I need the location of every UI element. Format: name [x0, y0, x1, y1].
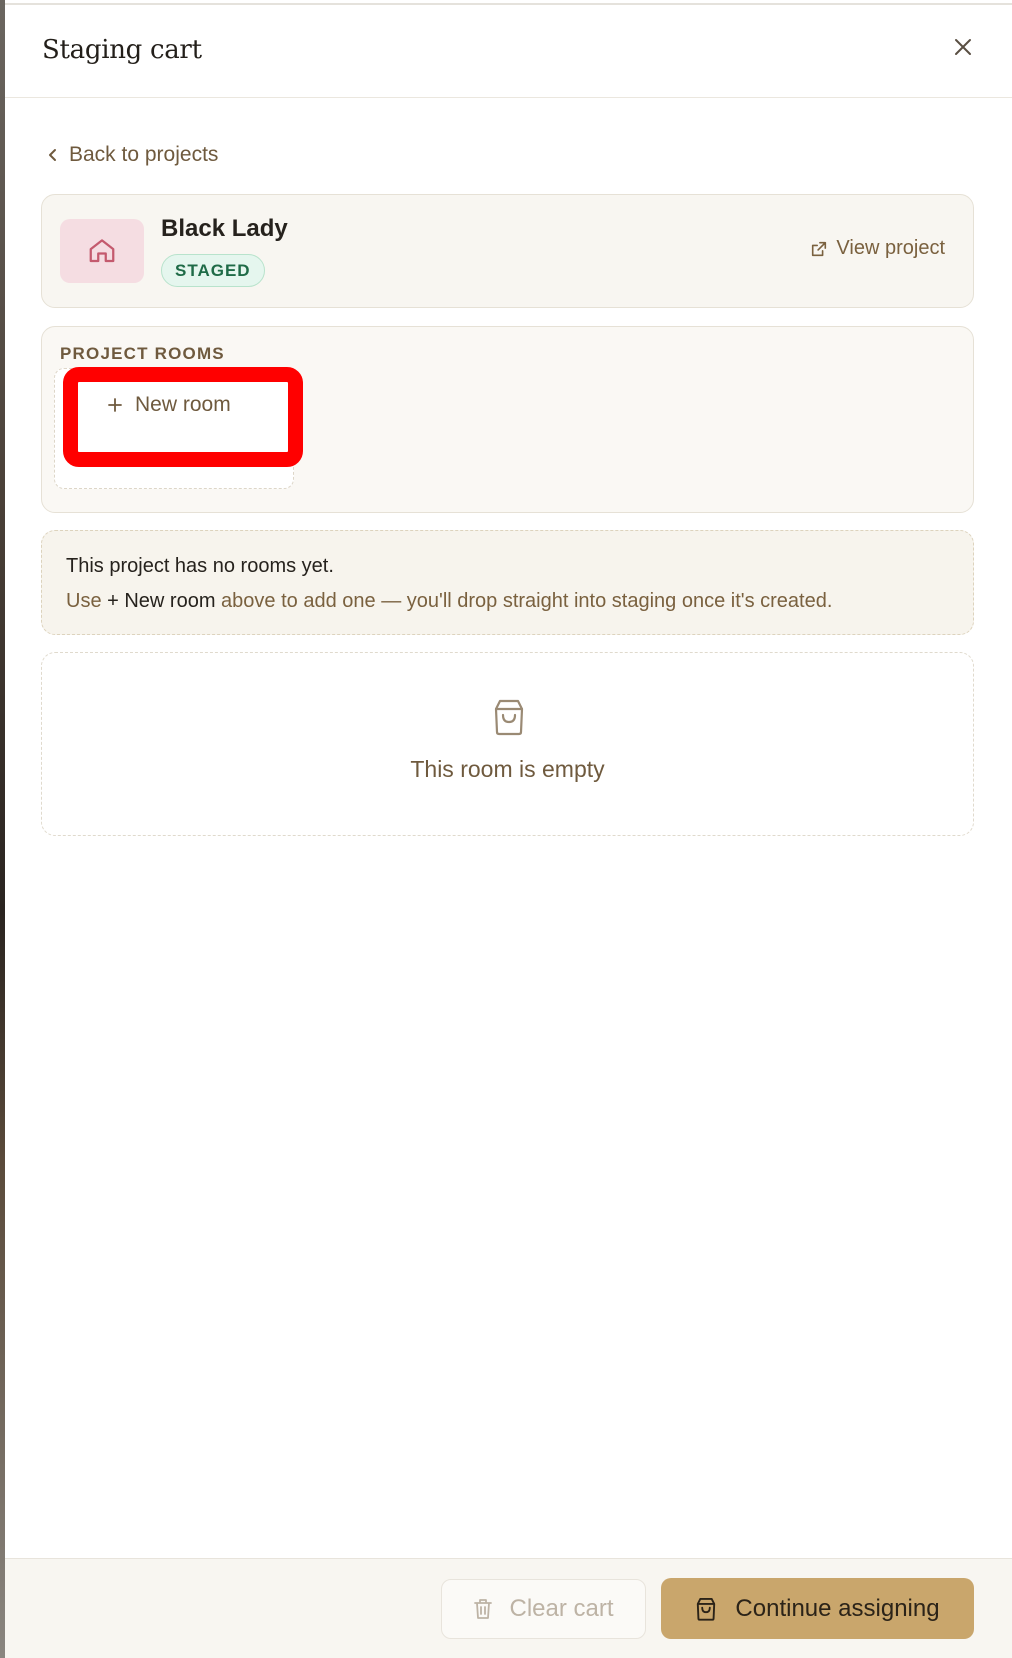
home-icon: [89, 239, 115, 263]
plus-icon: [108, 398, 122, 412]
panel-title: Staging cart: [42, 35, 202, 65]
notice-body: Use + New room above to add one — you'll…: [66, 590, 832, 613]
no-rooms-notice: This project has no rooms yet. Use + New…: [41, 530, 974, 635]
chevron-left-icon: [49, 149, 56, 161]
continue-assigning-button[interactable]: Continue assigning: [661, 1578, 974, 1639]
notice-body-strong: + New room: [107, 590, 216, 612]
view-project-label: View project: [836, 237, 945, 259]
notice-body-suffix: above to add one — you'll drop straight …: [215, 590, 833, 612]
empty-room-state: This room is empty: [41, 652, 974, 836]
panel-footer: Clear cart Continue assigning: [5, 1558, 1012, 1658]
back-to-projects-link[interactable]: Back to projects: [47, 143, 218, 167]
shopping-bag-icon: [494, 699, 524, 736]
close-icon: [955, 39, 971, 55]
clear-cart-button[interactable]: Clear cart: [441, 1579, 646, 1639]
continue-assigning-label: Continue assigning: [735, 1594, 940, 1622]
external-link-icon: [812, 241, 827, 256]
close-button[interactable]: [945, 29, 981, 65]
new-room-label: New room: [135, 393, 231, 416]
project-avatar: [60, 219, 144, 283]
trash-icon: [474, 1599, 493, 1619]
new-room-content: New room: [107, 393, 231, 417]
staging-cart-panel: Staging cart Back to projects Black Lady…: [5, 3, 1012, 1658]
notice-body-prefix: Use: [66, 590, 108, 612]
new-room-button[interactable]: New room: [54, 368, 294, 489]
panel-header: Staging cart: [5, 5, 1012, 98]
project-name: Black Lady: [161, 215, 288, 242]
project-rooms-label: PROJECT ROOMS: [60, 344, 225, 363]
project-card: Black Lady STAGED View project: [41, 194, 974, 308]
clear-cart-label: Clear cart: [509, 1595, 614, 1622]
back-label: Back to projects: [69, 143, 219, 166]
view-project-link[interactable]: View project: [810, 237, 945, 260]
empty-room-text: This room is empty: [410, 756, 605, 782]
notice-title: This project has no rooms yet.: [66, 555, 334, 577]
shopping-bag-icon: [697, 1597, 716, 1621]
project-rooms-section: PROJECT ROOMS New room: [41, 326, 974, 513]
status-badge: STAGED: [161, 254, 265, 287]
